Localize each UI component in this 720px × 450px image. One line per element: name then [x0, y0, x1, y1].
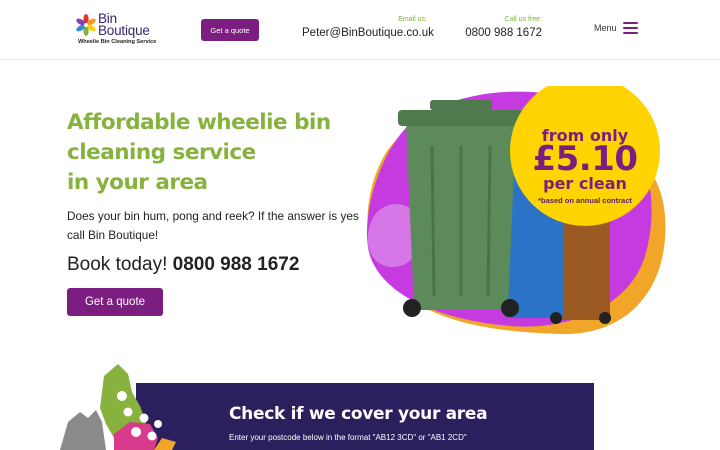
menu-toggle[interactable]: Menu: [594, 22, 638, 34]
hero-title: Affordable wheelie bin cleaning service …: [67, 108, 367, 198]
hero-title-line-3: in your area: [67, 170, 208, 195]
grey-region: [60, 410, 106, 450]
green-bin-lid: [398, 110, 524, 126]
book-phone-link[interactable]: 0800 988 1672: [173, 254, 300, 275]
phone-contact: Call us free: 0800 988 1672: [462, 16, 542, 39]
logo-tagline: Wheelie Bin Cleaning Service: [78, 39, 157, 45]
menu-label: Menu: [594, 23, 617, 33]
promo-price: £5.10: [532, 139, 638, 179]
header-get-quote-button[interactable]: Get a quote: [201, 19, 259, 41]
email-label: Email us:: [398, 16, 427, 23]
phone-label: Call us free:: [504, 16, 542, 23]
hero-title-line-2: cleaning service: [67, 140, 256, 165]
hero-get-quote-button[interactable]: Get a quote: [67, 288, 163, 316]
hero-title-line-1: Affordable wheelie bin: [67, 110, 331, 135]
email-contact: Email us: Peter@BinBoutique.co.uk: [302, 16, 434, 39]
book-today-label: Book today!: [67, 254, 168, 275]
coverage-title: Check if we cover your area: [229, 404, 488, 424]
coverage-map-illustration: [60, 364, 176, 450]
logo-wordmark: Bin Boutique: [98, 12, 150, 38]
price-promo: from only £5.10 per clean *based on annu…: [510, 89, 660, 213]
hero-description: Does your bin hum, pong and reek? If the…: [67, 209, 359, 242]
hamburger-icon: [622, 22, 638, 34]
email-link[interactable]: Peter@BinBoutique.co.uk: [302, 27, 434, 39]
phone-link[interactable]: 0800 988 1672: [462, 27, 542, 39]
logo-line-2: Boutique: [98, 23, 150, 38]
site-header: Bin Boutique Wheelie Bin Cleaning Servic…: [0, 0, 720, 60]
coverage-subtitle: Enter your postcode below in the format …: [229, 433, 467, 442]
brand-logo[interactable]: Bin Boutique Wheelie Bin Cleaning Servic…: [74, 12, 164, 48]
book-today-line: Book today! 0800 988 1672: [67, 254, 299, 276]
promo-per-clean: per clean: [543, 174, 627, 193]
promo-footnote: *based on annual contract: [538, 196, 632, 205]
flower-logo-icon: [76, 14, 96, 36]
